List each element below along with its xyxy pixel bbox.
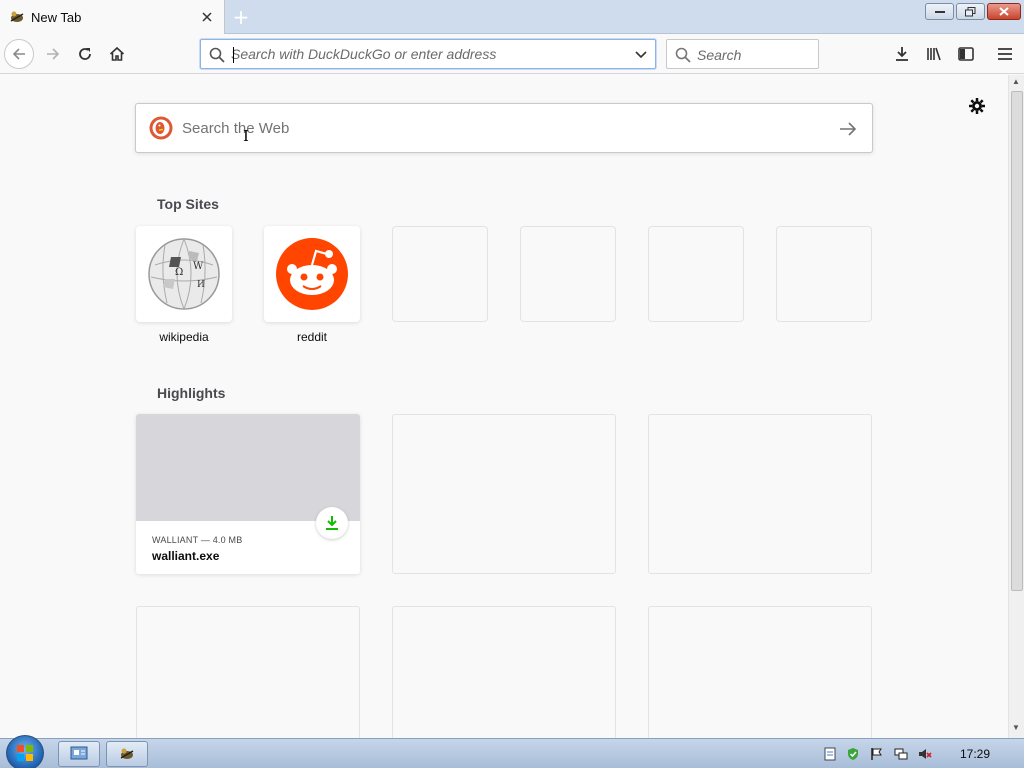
search-icon xyxy=(209,47,225,63)
arrow-right-icon xyxy=(47,48,60,60)
highlight-empty-slot xyxy=(392,414,616,574)
taskbar-app-browser[interactable] xyxy=(106,741,148,767)
arrow-left-icon xyxy=(12,48,25,60)
svg-text:W: W xyxy=(193,261,204,272)
search-icon xyxy=(675,47,691,63)
restore-icon xyxy=(965,6,976,16)
top-sites-heading: Top Sites xyxy=(157,196,219,212)
highlight-empty-slot xyxy=(136,606,360,738)
windows-taskbar: 17:29 xyxy=(0,735,1024,768)
tab-strip: New Tab + xyxy=(0,0,1024,34)
customize-button[interactable] xyxy=(966,95,988,117)
scrollbar-thumb[interactable] xyxy=(1011,91,1023,591)
start-button[interactable] xyxy=(6,735,44,768)
taskbar-app-control-panel[interactable] xyxy=(58,741,100,767)
top-site-empty-slot xyxy=(776,226,872,322)
forward-button[interactable] xyxy=(38,39,68,69)
tab-title: New Tab xyxy=(31,10,82,25)
browser-favicon-icon xyxy=(120,748,134,759)
mouse-ibeam-cursor: I xyxy=(243,127,249,145)
minimize-icon xyxy=(934,10,945,13)
reload-button[interactable] xyxy=(70,39,100,69)
home-icon xyxy=(109,46,125,61)
tab-close-button[interactable] xyxy=(198,8,216,26)
arrow-right-icon xyxy=(840,122,857,136)
scroll-up-arrow-icon[interactable]: ▲ xyxy=(1012,77,1020,86)
home-button[interactable] xyxy=(102,39,132,69)
download-icon xyxy=(316,507,348,539)
navigation-toolbar: Search xyxy=(0,34,1024,74)
taskbar-clock[interactable]: 17:29 xyxy=(960,747,990,761)
reddit-alien-icon xyxy=(276,238,348,310)
new-tab-page: Search the Web I Top Sites Ω W И wikiped… xyxy=(0,75,1008,738)
highlight-card[interactable]: WALLIANT — 4.0 MB walliant.exe xyxy=(136,414,360,574)
windows-logo-icon xyxy=(17,745,33,761)
top-site-label: wikipedia xyxy=(159,330,209,344)
text-caret xyxy=(233,47,234,63)
sidebar-icon xyxy=(958,47,974,61)
svg-text:И: И xyxy=(197,280,205,290)
hamburger-menu-icon xyxy=(998,48,1012,60)
svg-text:Ω: Ω xyxy=(175,267,183,278)
address-input[interactable] xyxy=(231,44,621,64)
download-icon xyxy=(896,47,908,61)
plus-icon: + xyxy=(232,5,250,29)
reload-icon xyxy=(79,48,91,60)
vertical-scrollbar[interactable]: ▲ ▼ xyxy=(1008,75,1024,738)
chevron-down-icon xyxy=(635,51,647,59)
control-panel-icon xyxy=(70,746,88,760)
highlight-empty-slot xyxy=(648,606,872,738)
highlight-preview xyxy=(136,414,360,521)
sidebar-button[interactable] xyxy=(951,39,981,69)
highlight-empty-slot xyxy=(392,606,616,738)
downloads-button[interactable] xyxy=(887,39,917,69)
wikipedia-globe-icon: Ω W И xyxy=(148,238,220,310)
new-tab-button[interactable]: + xyxy=(229,5,253,29)
back-button[interactable] xyxy=(4,39,34,69)
volume-muted-icon[interactable] xyxy=(918,747,932,761)
security-shield-icon[interactable] xyxy=(846,747,860,761)
highlights-heading: Highlights xyxy=(157,385,226,401)
library-icon xyxy=(927,47,941,61)
browser-favicon-icon xyxy=(10,11,24,22)
window-restore-button[interactable] xyxy=(956,3,985,20)
close-icon xyxy=(202,12,212,22)
address-bar[interactable] xyxy=(200,39,656,69)
tab-new-tab[interactable]: New Tab xyxy=(0,0,225,34)
top-site-empty-slot xyxy=(520,226,616,322)
scroll-down-arrow-icon[interactable]: ▼ xyxy=(1012,723,1020,732)
gear-icon xyxy=(969,98,985,114)
highlight-context: WALLIANT — 4.0 MB xyxy=(152,535,243,545)
top-site-label: reddit xyxy=(296,330,328,344)
action-center-flag-icon[interactable] xyxy=(870,747,884,761)
notes-tray-icon[interactable] xyxy=(823,747,837,761)
top-site-tile[interactable] xyxy=(264,226,360,322)
search-bar-placeholder: Search xyxy=(697,47,742,63)
highlight-empty-slot xyxy=(648,414,872,574)
web-search-submit-button[interactable] xyxy=(836,117,860,141)
window-close-button[interactable] xyxy=(987,3,1021,20)
address-dropdown-button[interactable] xyxy=(631,46,651,64)
top-site-empty-slot xyxy=(392,226,488,322)
network-icon[interactable] xyxy=(894,747,908,761)
close-icon xyxy=(999,7,1009,16)
window-minimize-button[interactable] xyxy=(925,3,954,20)
highlight-title: walliant.exe xyxy=(152,549,220,563)
web-search-placeholder: Search the Web xyxy=(182,120,290,137)
duckduckgo-logo-icon xyxy=(149,116,173,140)
library-button[interactable] xyxy=(919,39,949,69)
top-site-empty-slot xyxy=(648,226,744,322)
top-site-tile[interactable]: Ω W И xyxy=(136,226,232,322)
search-bar[interactable]: Search xyxy=(666,39,819,69)
menu-button[interactable] xyxy=(990,39,1020,69)
